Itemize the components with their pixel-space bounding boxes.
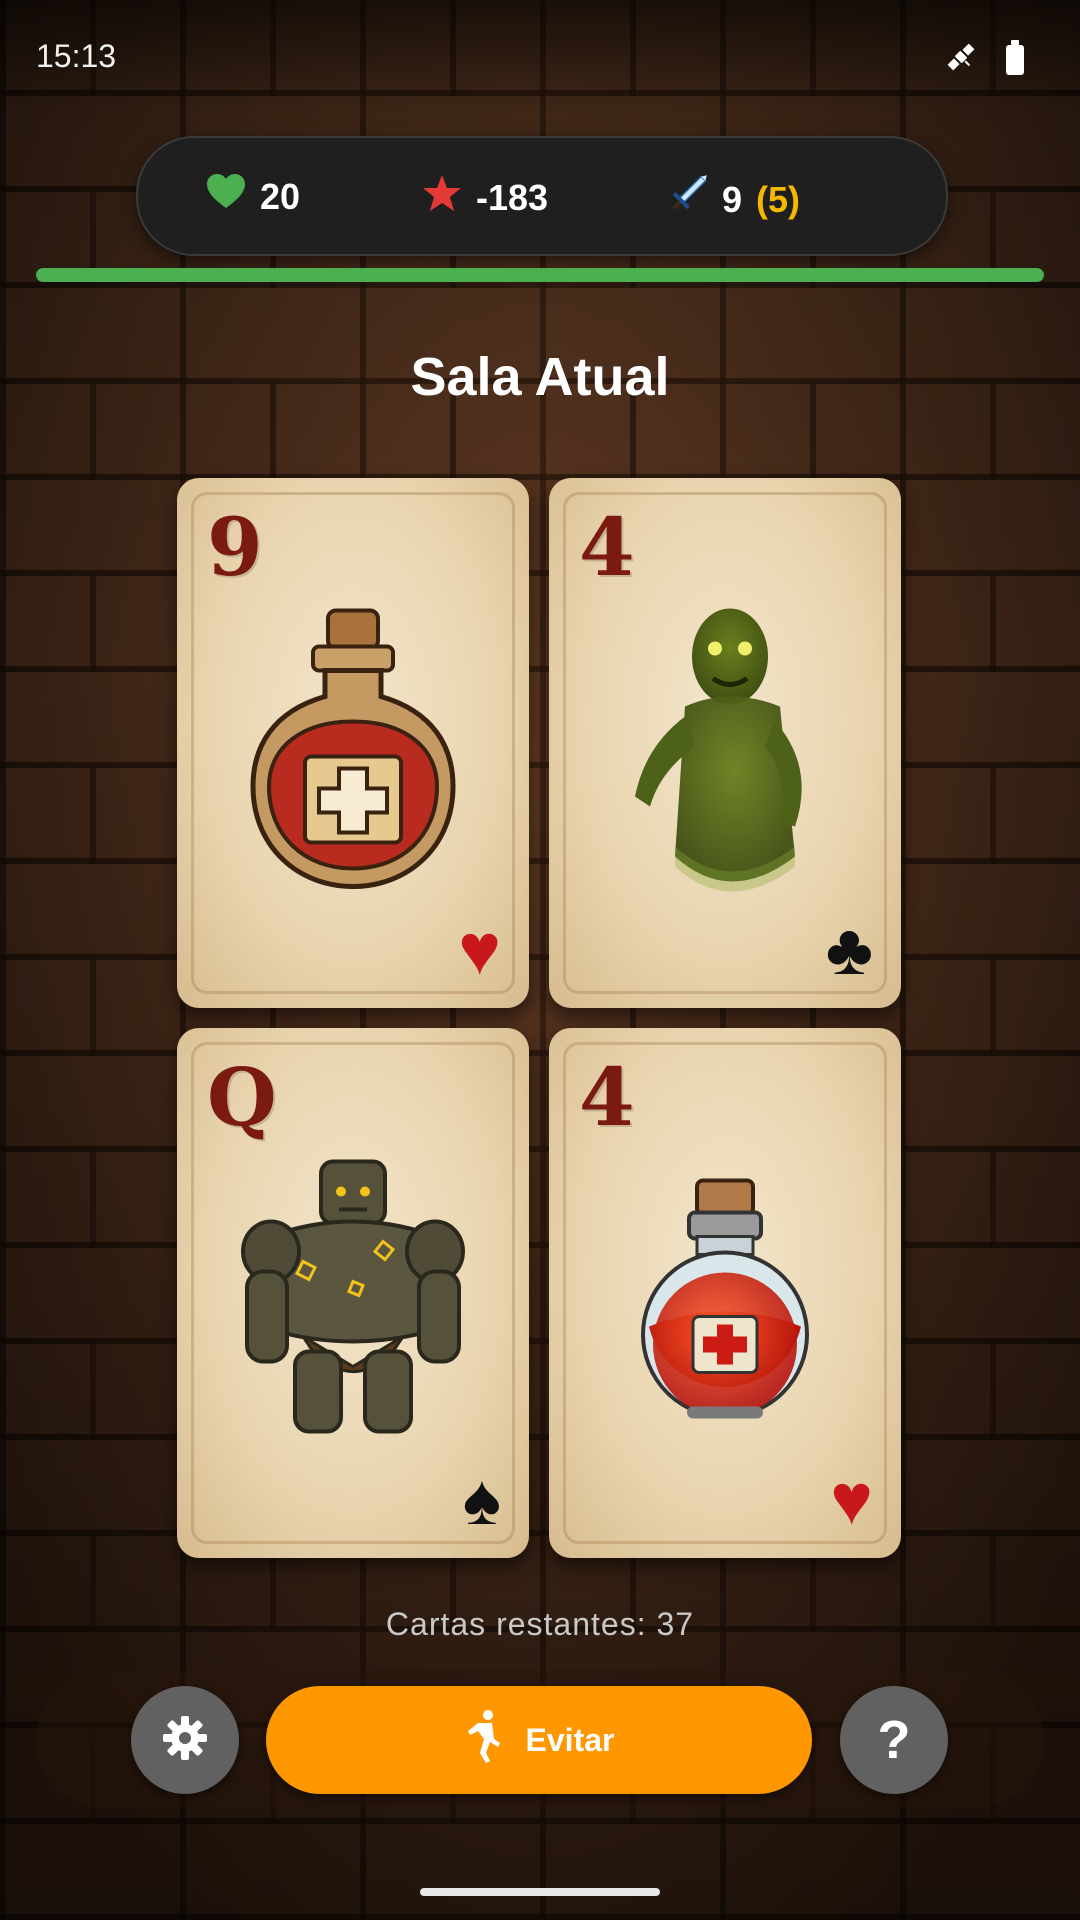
suit-spade-icon: ♠ (462, 1460, 501, 1540)
card-heart-4[interactable]: 4 ♥ (549, 1028, 901, 1558)
card-heart-9[interactable]: 9 ♥ (177, 478, 529, 1008)
card-rank: 4 (579, 1050, 635, 1144)
suit-heart-icon: ♥ (458, 910, 501, 990)
card-rank: 4 (579, 500, 635, 594)
settings-button[interactable] (131, 1686, 239, 1794)
zombie-monster-icon (615, 596, 835, 911)
score-value: -183 (476, 176, 549, 218)
suit-heart-icon: ♥ (830, 1460, 873, 1540)
card-rank: 9 (207, 500, 263, 594)
suit-club-icon: ♣ (825, 910, 873, 990)
satellite-icon (944, 40, 978, 79)
room-title: Sala Atual (410, 347, 670, 407)
heart-icon (206, 174, 246, 219)
status-icons (944, 39, 1024, 79)
home-indicator[interactable] (420, 1888, 660, 1896)
health-progress-bar (36, 268, 1044, 282)
health-potion-flask-icon (635, 1176, 815, 1431)
status-bar: 15:13 (0, 0, 1080, 110)
health-value: 20 (260, 175, 301, 217)
weapon-stat: 9 (5) (666, 174, 800, 225)
stats-panel: 20 -183 9 (5) (136, 136, 948, 256)
sword-icon (666, 174, 708, 225)
gear-icon (161, 1714, 209, 1767)
health-potion-round-icon (243, 606, 463, 901)
star-icon (422, 174, 462, 221)
health-progress-fill (36, 268, 1044, 282)
battery-icon (1006, 39, 1024, 75)
card-spade-queen[interactable]: Q ♠ (177, 1028, 529, 1558)
help-icon: ? (877, 1710, 911, 1770)
avoid-button[interactable]: Evitar (266, 1686, 812, 1794)
card-club-4[interactable]: 4 ♣ (549, 478, 901, 1008)
card-rank: Q (207, 1050, 277, 1144)
weapon-durability: (5) (756, 178, 801, 220)
score-stat: -183 (422, 174, 548, 221)
avoid-button-label: Evitar (525, 1721, 615, 1758)
weapon-value: 9 (722, 178, 743, 220)
deck-remaining-label: Cartas restantes: 37 (385, 1606, 695, 1642)
help-button[interactable]: ? (840, 1686, 948, 1794)
health-stat: 20 (206, 174, 300, 219)
running-person-icon (464, 1709, 504, 1771)
stone-golem-monster-icon (233, 1151, 473, 1456)
clock: 15:13 (36, 38, 117, 74)
